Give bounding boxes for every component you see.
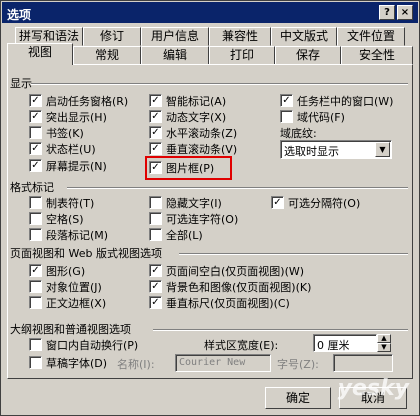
checkbox-box[interactable]: ✓ xyxy=(29,94,42,107)
options-dialog: 选项 ? × 拼写和语法 修订 用户信息 兼容性 中文版式 文件位置 视图 常规… xyxy=(0,0,420,416)
checkbox-white-space-between-pages[interactable]: ✓ 页面间空白(仅页面视图)(W) xyxy=(149,263,304,278)
format-heading: 格式标记 xyxy=(10,181,54,194)
dialog-title: 选项 xyxy=(7,8,32,22)
checkbox-screentips[interactable]: ✓ 屏幕提示(N) xyxy=(29,158,107,173)
display-heading: 显示 xyxy=(10,77,32,90)
checkbox-bookmarks[interactable]: 书签(K) xyxy=(29,125,84,140)
checkbox-text-boundaries[interactable]: 正文边框(X) xyxy=(29,295,106,310)
font-name-select[interactable]: Courier New xyxy=(175,354,271,372)
chevron-down-icon[interactable]: ▼ xyxy=(375,142,390,157)
tab-file-locations[interactable]: 文件位置 xyxy=(337,27,405,46)
checkbox-paragraph-marks[interactable]: 段落标记(M) xyxy=(29,227,108,242)
watermark: yesky xyxy=(337,376,409,401)
checkbox-optional-hyphens[interactable]: 可选连字符(O) xyxy=(149,211,238,226)
checkbox-object-anchors[interactable]: 对象位置(J) xyxy=(29,279,102,294)
checkbox-vertical-ruler[interactable]: ✓ 垂直标尺(仅页面视图)(C) xyxy=(149,295,290,310)
tab-save[interactable]: 保存 xyxy=(275,46,341,65)
checkbox-spaces[interactable]: 空格(S) xyxy=(29,211,84,226)
field-shading-value: 选取时显示 xyxy=(284,145,339,158)
tab-user-info[interactable]: 用户信息 xyxy=(141,27,209,46)
checkbox-field-codes[interactable]: 域代码(F) xyxy=(280,109,345,124)
tab-compatibility[interactable]: 兼容性 xyxy=(209,27,271,46)
checkbox-startup-task-pane[interactable]: ✓ 启动任务窗格(R) xyxy=(29,93,128,108)
spin-down-icon[interactable]: ▼ xyxy=(377,343,391,352)
highlight-box xyxy=(145,156,232,180)
font-size-label: 字号(Z): xyxy=(277,358,319,371)
checkbox-all-marks[interactable]: 全部(L) xyxy=(149,227,203,242)
outline-heading: 大纲视图和普通视图选项 xyxy=(10,323,131,336)
checkbox-drawings[interactable]: ✓ 图形(G) xyxy=(29,263,85,278)
checkbox-hidden-text[interactable]: 隐藏文字(I) xyxy=(149,195,222,210)
tab-print[interactable]: 打印 xyxy=(209,46,275,65)
style-area-width-label: 样式区宽度(E): xyxy=(204,339,279,352)
style-area-width-input[interactable]: 0 厘米 xyxy=(313,334,377,352)
checkbox-status-bar[interactable]: ✓ 状态栏(U) xyxy=(29,141,96,156)
checkbox-tab-characters[interactable]: 制表符(T) xyxy=(29,195,94,210)
checkbox-background-colors-images[interactable]: ✓ 背景色和图像(仅页面视图)(K) xyxy=(149,279,311,294)
title-bar: 选项 ? × xyxy=(2,2,418,23)
tab-security[interactable]: 安全性 xyxy=(341,46,413,65)
checkbox-wrap-to-window[interactable]: 窗口内自动换行(P) xyxy=(29,337,138,352)
ok-button[interactable]: 确定 xyxy=(265,387,331,409)
font-name-value: Courier New xyxy=(179,357,246,368)
help-button[interactable]: ? xyxy=(379,5,395,20)
pageview-heading: 页面视图和 Web 版式视图选项 xyxy=(10,247,162,260)
style-area-width-value: 0 厘米 xyxy=(317,339,350,352)
font-name-label: 名称(I): xyxy=(117,358,155,371)
checkbox-highlight[interactable]: ✓ 突出显示(H) xyxy=(29,109,107,124)
tab-view[interactable]: 视图 xyxy=(7,43,73,65)
tab-track-changes[interactable]: 修订 xyxy=(83,27,141,46)
tab-asian-typography[interactable]: 中文版式 xyxy=(271,27,337,46)
checkbox-vertical-scrollbar[interactable]: ✓ 垂直滚动条(V) xyxy=(149,141,237,156)
field-shading-label: 域底纹: xyxy=(280,127,317,140)
font-size-select[interactable] xyxy=(333,354,393,372)
checkbox-windows-in-taskbar[interactable]: ✓ 任务栏中的窗口(W) xyxy=(280,93,393,108)
checkbox-horizontal-scrollbar[interactable]: ✓ 水平滚动条(Z) xyxy=(149,125,237,140)
checkbox-animated-text[interactable]: ✓ 动态文字(X) xyxy=(149,109,226,124)
checkbox-draft-font[interactable]: 草稿字体(D) xyxy=(29,355,107,370)
checkbox-optional-breaks[interactable]: ✓ 可选分隔符(O) xyxy=(271,195,360,210)
checkbox-smart-tags[interactable]: ✓ 智能标记(A) xyxy=(149,93,226,108)
field-shading-select[interactable]: 选取时显示 ▼ xyxy=(280,140,392,159)
tab-edit[interactable]: 编辑 xyxy=(141,46,209,65)
close-button[interactable]: × xyxy=(397,5,413,20)
spin-up-icon[interactable]: ▲ xyxy=(377,334,391,343)
tab-general[interactable]: 常规 xyxy=(73,46,141,65)
